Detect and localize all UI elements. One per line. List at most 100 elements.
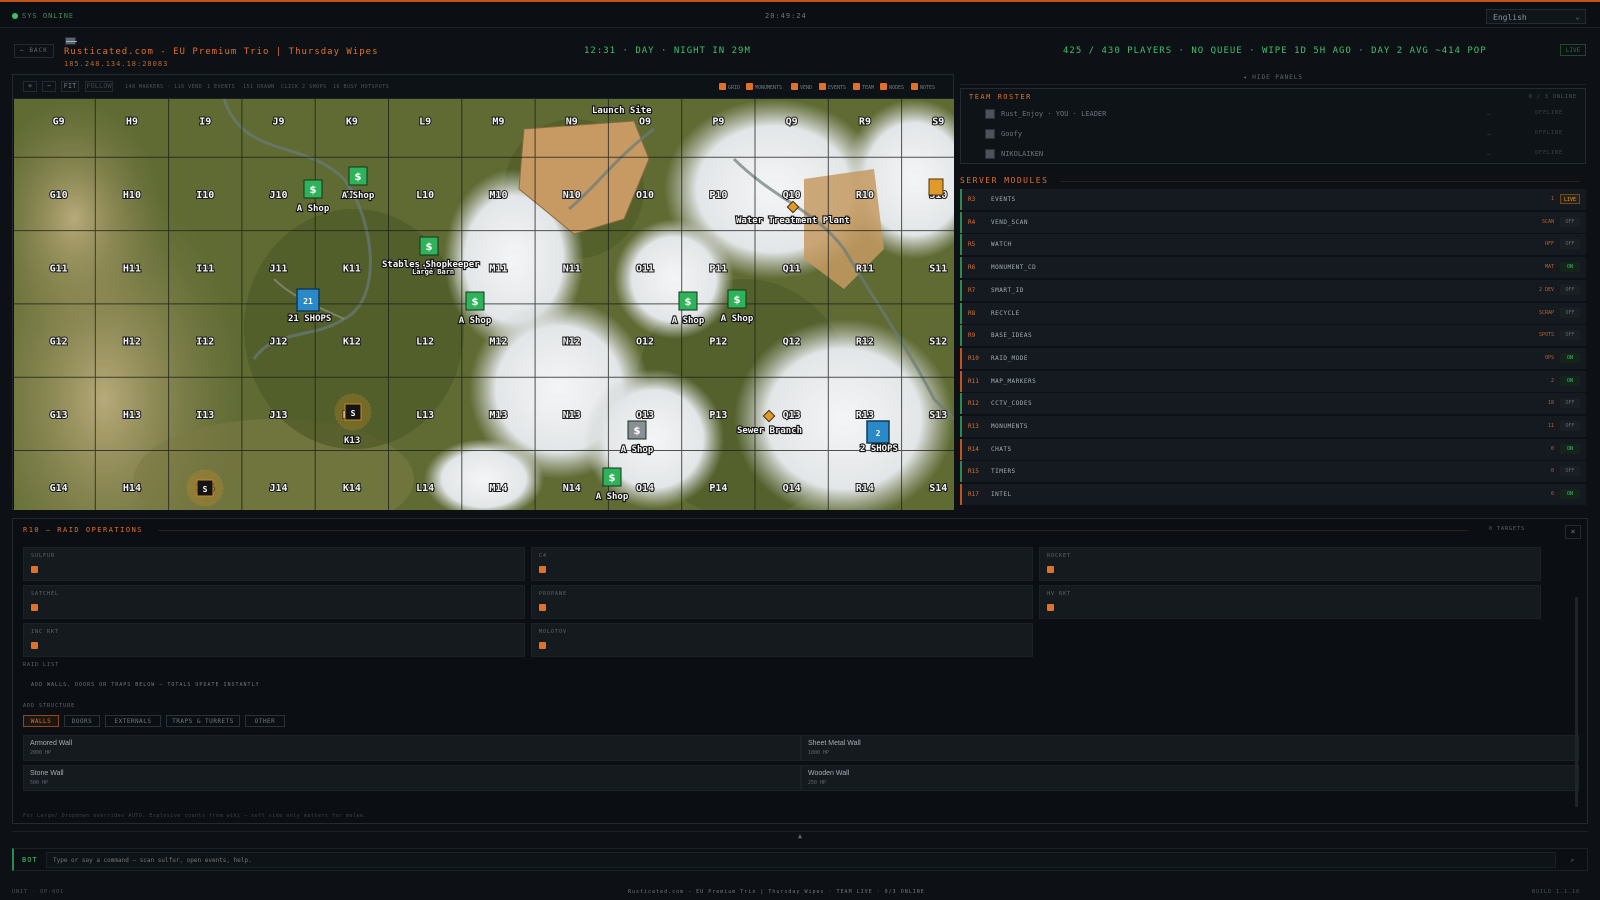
module-row-vend-scan[interactable]: R4 VEND_SCAN SCAN OFF xyxy=(960,211,1586,233)
system-status: SYS ONLINE xyxy=(12,12,74,20)
map-toolbar: + − FIT FOLLOW 148 MARKERS · 116 VEND 1 … xyxy=(13,75,953,99)
raid-footnote: For Large/ Dropdown overrides AUTO. Expl… xyxy=(23,813,368,819)
structure-item[interactable]: Stone Wall 500 HP xyxy=(23,765,801,791)
checkbox-icon[interactable] xyxy=(31,566,38,573)
filter-grid[interactable]: GRID xyxy=(719,83,740,91)
module-row-timers[interactable]: R15 TIMERS 0 OFF xyxy=(960,461,1586,483)
module-toggle[interactable]: OFF xyxy=(1560,239,1580,250)
filter-nodes[interactable]: NODES xyxy=(880,83,904,91)
tab-doors[interactable]: DOORS xyxy=(64,715,100,727)
follow-button[interactable]: FOLLOW xyxy=(85,81,113,92)
module-row-cctv-codes[interactable]: R12 CCTV_CODES 18 OFF xyxy=(960,393,1586,415)
explosive-label: MOLOTOV xyxy=(539,629,568,635)
explosive-satchel[interactable]: SATCHEL xyxy=(23,585,525,619)
checkbox-icon xyxy=(791,83,798,90)
filter-vend[interactable]: VEND xyxy=(791,83,812,91)
checkbox-icon[interactable] xyxy=(31,604,38,611)
member-name: Goofy xyxy=(1001,130,1023,138)
checkbox-icon[interactable] xyxy=(539,604,546,611)
grid-cell-label: J9 xyxy=(273,117,285,128)
scrollbar[interactable] xyxy=(1575,597,1578,807)
module-toggle[interactable]: OFF xyxy=(1560,330,1580,341)
language-select[interactable]: English ⌄ xyxy=(1486,9,1586,24)
module-toggle[interactable]: OFF xyxy=(1560,307,1580,318)
explosive-rocket[interactable]: ROCKET xyxy=(1039,547,1541,581)
grid-cell-label: M10 xyxy=(489,190,507,201)
module-toggle[interactable]: ON xyxy=(1560,262,1580,273)
module-row-chats[interactable]: R14 CHATS 0 ON xyxy=(960,438,1586,460)
checkbox-icon[interactable] xyxy=(539,566,546,573)
hide-panels-button[interactable]: ◂ HIDE PANELS xyxy=(960,74,1586,85)
member-name: Rust_Enjoy · YOU · LEADER xyxy=(1001,110,1107,118)
explosive-label: PROPANE xyxy=(539,591,568,597)
checkbox-icon[interactable] xyxy=(539,642,546,649)
collapse-button[interactable]: ▲ xyxy=(12,831,1588,841)
explosive-molotov[interactable]: MOLOTOV xyxy=(531,623,1033,657)
bot-command-input[interactable] xyxy=(46,852,1556,868)
module-row-base-ideas[interactable]: R9 BASE_IDEAS SPOTS OFF xyxy=(960,325,1586,347)
filter-monuments[interactable]: MONUMENTS xyxy=(746,83,782,91)
filter-events[interactable]: EVENTS xyxy=(819,83,846,91)
grid-cell-label: M9 xyxy=(492,117,504,128)
fit-button[interactable]: FIT xyxy=(61,81,79,92)
explosive-hv-rocket[interactable]: HV RKT xyxy=(1039,585,1541,619)
tab-walls[interactable]: WALLS xyxy=(23,715,59,727)
module-row-intel[interactable]: R17 INTEL 6 ON xyxy=(960,484,1586,506)
module-row-watch[interactable]: R5 WATCH OFF OFF xyxy=(960,234,1586,256)
module-row-recycle[interactable]: R8 RECYCLE SCRAP OFF xyxy=(960,302,1586,324)
filter-label: NODES xyxy=(889,85,905,91)
module-toggle[interactable]: OFF xyxy=(1560,421,1580,431)
module-toggle[interactable]: OFF xyxy=(1560,284,1580,295)
module-row-monuments[interactable]: R13 MONUMENTS 11 OFF xyxy=(960,416,1586,437)
module-toggle[interactable]: ON xyxy=(1560,489,1580,500)
tab-other[interactable]: OTHER xyxy=(245,715,285,727)
roster-member[interactable]: Rust_Enjoy · YOU · LEADER — OFFLINE xyxy=(977,105,1577,123)
explosive-c4[interactable]: C4 xyxy=(531,547,1033,581)
module-toggle[interactable]: OFF xyxy=(1560,398,1580,409)
checkbox-icon[interactable] xyxy=(1047,604,1054,611)
dollar-icon: $ xyxy=(685,297,692,308)
tab-traps-turrets[interactable]: TRAPS & TURRETS xyxy=(166,715,240,727)
world-map[interactable]: G9 G10 G11 G12 G13 G14 H9 H10 H11 H12 H13 H14 I9 I10 I… xyxy=(14,99,954,510)
roster-member[interactable]: NIKOLAIKEN — OFFLINE xyxy=(977,145,1577,163)
module-toggle[interactable]: ON xyxy=(1560,352,1580,363)
checkbox-icon[interactable] xyxy=(1047,566,1054,573)
filter-team[interactable]: TEAM xyxy=(853,83,874,91)
tab-externals[interactable]: EXTERNALS xyxy=(105,715,161,727)
grid-cell-label: H14 xyxy=(123,483,141,494)
close-button[interactable]: × xyxy=(1565,525,1581,539)
roster-member[interactable]: Goofy — OFFLINE xyxy=(977,125,1577,143)
module-toggle[interactable]: OFF xyxy=(1560,216,1580,227)
module-row-raid-mode[interactable]: R10 RAID_MODE OPS ON xyxy=(960,347,1586,369)
module-toggle[interactable]: LIVE xyxy=(1560,194,1580,204)
checkbox-icon[interactable] xyxy=(31,642,38,649)
grid-cell-label: Q14 xyxy=(783,483,801,494)
explosive-propane[interactable]: PROPANE xyxy=(531,585,1033,619)
structure-item[interactable]: Armored Wall 2000 HP xyxy=(23,735,801,761)
filter-label: NOTES xyxy=(920,85,936,91)
map-canvas[interactable]: G9 G10 G11 G12 G13 G14 H9 H10 H11 H12 H13 H14 I9 I10 I… xyxy=(14,99,954,510)
shop-marker[interactable]: $ xyxy=(419,236,439,256)
shop-marker-edge[interactable] xyxy=(928,178,944,196)
send-icon[interactable]: ↗ xyxy=(1562,852,1582,868)
module-toggle[interactable]: ON xyxy=(1560,443,1580,454)
zoom-out-button[interactable]: − xyxy=(42,81,56,92)
zoom-in-button[interactable]: + xyxy=(23,81,37,92)
structure-item[interactable]: Sheet Metal Wall 1000 HP xyxy=(801,735,1579,761)
module-row-smart-id[interactable]: R7 SMART_ID 2 DEV OFF xyxy=(960,279,1586,301)
module-toggle[interactable]: ON xyxy=(1560,375,1580,386)
server-ip[interactable]: 185.248.134.18:28083 xyxy=(64,60,168,68)
hotspot-i14[interactable]: S xyxy=(186,469,224,507)
explosive-label: ROCKET xyxy=(1047,553,1072,559)
explosive-inc-rocket[interactable]: INC RKT xyxy=(23,623,525,657)
filter-label: EVENTS xyxy=(828,85,847,91)
module-toggle[interactable]: OFF xyxy=(1560,466,1580,477)
explosive-sulfur[interactable]: SULFUR xyxy=(23,547,525,581)
module-row-monument-cd[interactable]: R6 MONUMENT_CD MAT ON xyxy=(960,257,1586,279)
back-button[interactable]: ← BACK xyxy=(14,44,54,58)
module-row-events[interactable]: R3 EVENTS 1 LIVE xyxy=(960,189,1586,210)
filter-notes[interactable]: NOTES xyxy=(911,83,935,91)
structure-item[interactable]: Wooden Wall 250 HP xyxy=(801,765,1579,791)
module-row-map-markers[interactable]: R11 MAP_MARKERS 2 ON xyxy=(960,370,1586,392)
module-name: WATCH xyxy=(991,241,1012,249)
